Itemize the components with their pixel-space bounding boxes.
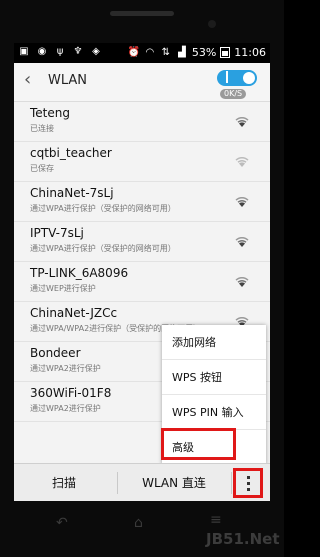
alarm-icon: ⏰	[127, 46, 141, 58]
menu-item-wps-pin[interactable]: WPS PIN 输入	[162, 395, 266, 430]
screen: ▣ ◉ ψ ♆ ◈ ⏰ ◠ ⇅ ▟ 53% 11:06 ‹ WLAN 0K/S …	[14, 43, 270, 501]
battery-icon	[220, 47, 231, 58]
battery-percent: 53%	[191, 46, 217, 59]
usb-icon: ψ	[56, 46, 64, 57]
wlan-toggle[interactable]	[217, 70, 257, 86]
network-status: 已保存	[30, 164, 54, 173]
clock: 11:06	[234, 46, 266, 59]
data-transfer-icon: ⇅	[161, 46, 171, 58]
usb-debug-icon: ♆	[73, 46, 83, 57]
shield-icon: ◈	[92, 46, 100, 57]
network-status: 通过WPA进行保护（受保护的网络可用）	[30, 244, 176, 253]
action-bar: ‹ WLAN 0K/S	[14, 63, 270, 102]
gallery-icon: ▣	[19, 46, 29, 57]
bottom-action-bar: 扫描 WLAN 直连	[14, 463, 270, 501]
front-camera	[208, 20, 216, 28]
more-vert-icon	[247, 476, 250, 494]
network-status: 已连接	[30, 124, 54, 133]
network-status: 通过WEP进行保护	[30, 284, 96, 293]
notification-icons: ▣ ◉ ψ ♆ ◈	[18, 46, 102, 58]
network-ssid: TP-LINK_6A8096	[30, 266, 129, 280]
network-ssid: IPTV-7sLj	[30, 226, 84, 240]
toggle-on-mark	[226, 71, 228, 83]
menu-item-add-network[interactable]: 添加网络	[162, 325, 266, 360]
status-right: ⏰ ◠ ⇅ ▟ 53% 11:06	[128, 46, 266, 59]
network-ssid: 360WiFi-01F8	[30, 386, 112, 400]
speaker-grille	[110, 11, 174, 16]
page-title: WLAN	[48, 73, 88, 88]
wifi-signal-icon	[235, 237, 249, 247]
overflow-menu-button[interactable]	[233, 468, 263, 498]
network-ssid: Teteng	[30, 106, 70, 120]
back-arrow-icon[interactable]: ‹	[24, 71, 34, 89]
advanced-highlight-box	[161, 428, 236, 460]
network-status: 通过WPA2进行保护	[30, 404, 101, 413]
wifi-status-icon: ◠	[145, 46, 155, 58]
wlan-direct-button[interactable]: WLAN 直连	[118, 464, 230, 501]
network-status: 通过WPA进行保护（受保护的网络可用）	[30, 204, 176, 213]
wifi-signal-icon	[235, 117, 249, 127]
network-speed-badge: 0K/S	[220, 89, 247, 99]
status-bar: ▣ ◉ ψ ♆ ◈ ⏰ ◠ ⇅ ▟ 53% 11:06	[14, 43, 270, 63]
separator	[231, 472, 232, 494]
phone-frame: ▣ ◉ ψ ♆ ◈ ⏰ ◠ ⇅ ▟ 53% 11:06 ‹ WLAN 0K/S …	[0, 0, 284, 557]
network-row[interactable]: ChinaNet-7sLj 通过WPA进行保护（受保护的网络可用）	[14, 182, 270, 222]
menu-key-icon[interactable]: ≡	[210, 512, 222, 528]
network-ssid: ChinaNet-7sLj	[30, 186, 114, 200]
toggle-knob	[243, 72, 255, 84]
network-row[interactable]: IPTV-7sLj 通过WPA进行保护（受保护的网络可用）	[14, 222, 270, 262]
menu-item-wps-button[interactable]: WPS 按钮	[162, 360, 266, 395]
watermark: JB51.Net	[206, 530, 280, 548]
home-key-icon[interactable]: ⌂	[134, 515, 143, 531]
network-row[interactable]: TP-LINK_6A8096 通过WEP进行保护	[14, 262, 270, 302]
network-row[interactable]: cqtbi_teacher 已保存	[14, 142, 270, 182]
network-ssid: ChinaNet-JZCc	[30, 306, 118, 320]
wifi-signal-icon	[235, 157, 249, 167]
network-row[interactable]: Teteng 已连接	[14, 102, 270, 142]
network-status: 通过WPA2进行保护	[30, 364, 101, 373]
back-key-icon[interactable]: ↶	[56, 515, 68, 531]
wifi-signal-icon	[235, 277, 249, 287]
network-ssid: cqtbi_teacher	[30, 146, 112, 160]
signal-icon: ▟	[177, 46, 186, 58]
wifi-signal-icon	[235, 197, 249, 207]
chat-icon: ◉	[37, 46, 47, 57]
scan-button[interactable]: 扫描	[14, 464, 114, 501]
network-ssid: Bondeer	[30, 346, 81, 360]
